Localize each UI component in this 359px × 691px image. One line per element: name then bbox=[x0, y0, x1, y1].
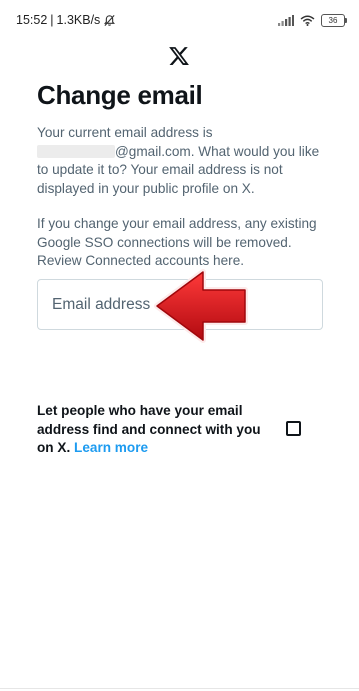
network-speed: 1.3KB/s bbox=[56, 13, 101, 27]
page-title: Change email bbox=[37, 80, 203, 110]
dnd-bell-off-icon bbox=[104, 14, 116, 26]
bottom-divider bbox=[0, 688, 359, 689]
red-arrow-annotation bbox=[154, 269, 248, 343]
status-time: 15:52 bbox=[16, 13, 48, 27]
find-by-email-label: Let people who have your email address f… bbox=[37, 403, 261, 455]
status-right: 36 bbox=[278, 13, 347, 27]
status-bar: 15:52 | 1.3KB/s 36 bbox=[0, 0, 359, 40]
find-by-email-checkbox[interactable] bbox=[286, 421, 301, 436]
sso-warning-text: If you change your email address, any ex… bbox=[37, 216, 317, 268]
status-separator: | bbox=[50, 13, 54, 27]
wifi-icon bbox=[300, 15, 315, 26]
description-prefix: Your current email address is bbox=[37, 125, 213, 140]
signal-icon bbox=[278, 14, 294, 26]
current-email-description: Your current email address is @gmail.com.… bbox=[37, 124, 327, 198]
x-logo-icon bbox=[169, 47, 189, 65]
battery-icon: 36 bbox=[321, 13, 347, 27]
status-left: 15:52 | 1.3KB/s bbox=[16, 13, 116, 27]
learn-more-link[interactable]: Learn more bbox=[74, 440, 148, 455]
redacted-email-block bbox=[37, 144, 115, 158]
